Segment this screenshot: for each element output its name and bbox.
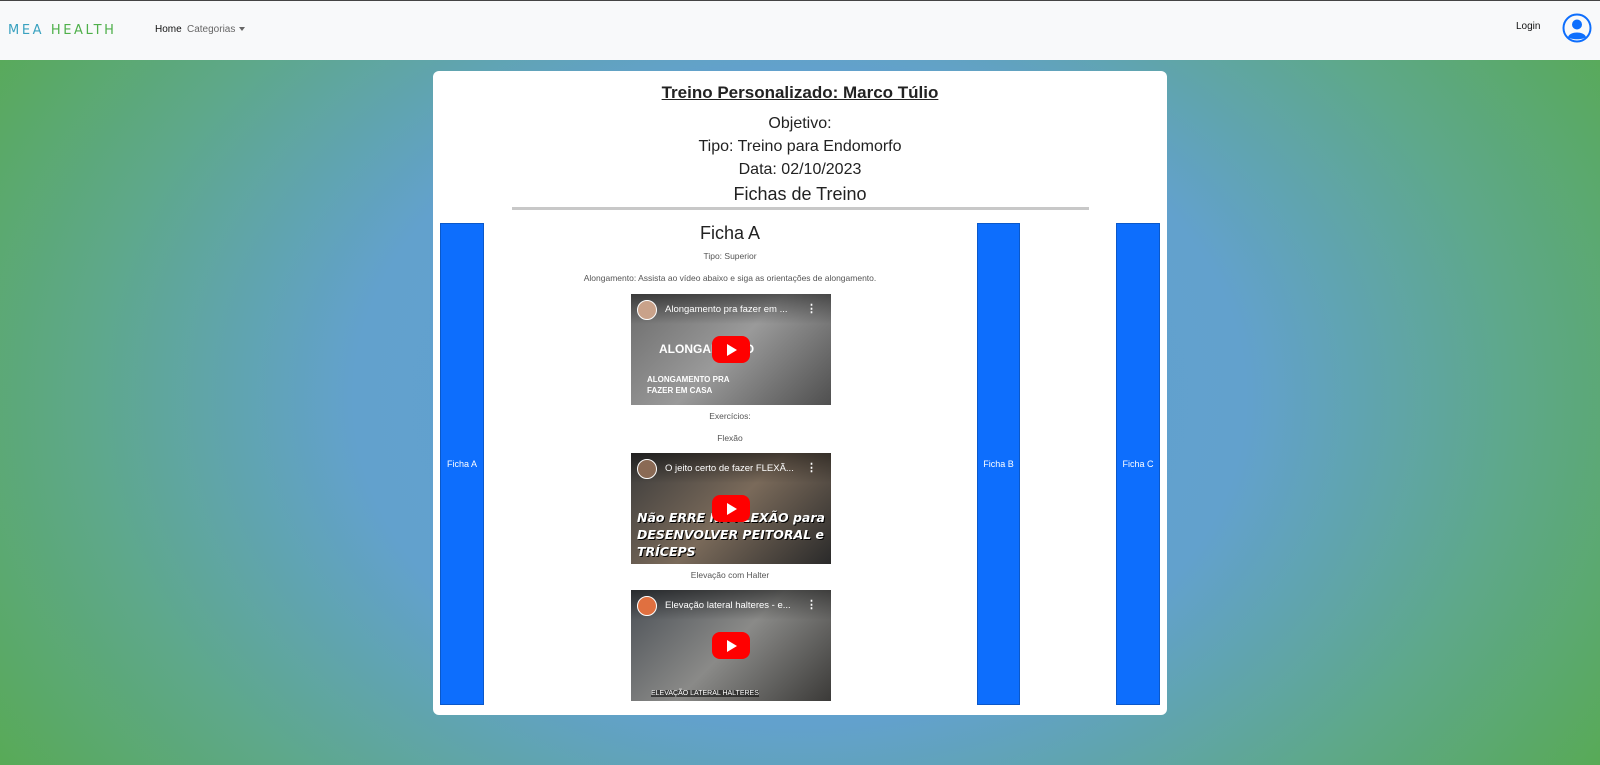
exercise-name: Flexão <box>717 433 743 443</box>
tipo-text: Tipo: Treino para Endomorfo <box>698 138 902 155</box>
section-title: Fichas de Treino <box>733 184 867 204</box>
video-elevacao[interactable]: ELEVAÇÃO LATERAL HALTERES Elevação later… <box>631 590 831 701</box>
brand-logo[interactable]: MEA HEALTH <box>8 23 117 38</box>
play-button-icon[interactable] <box>712 336 750 363</box>
ficha-tipo: Tipo: Superior <box>703 251 757 261</box>
divider <box>512 207 1089 210</box>
nav-categorias-dropdown[interactable]: Categorias <box>187 24 246 35</box>
channel-avatar[interactable] <box>637 596 657 616</box>
page-title: Treino Personalizado: Marco Túlio <box>661 83 939 102</box>
more-options-icon[interactable]: ⋮ <box>806 302 817 315</box>
ficha-title: Ficha A <box>699 223 761 243</box>
exercise-name: Elevação com Halter <box>690 570 770 580</box>
video-overlay-caption: ELEVAÇÃO LATERAL HALTERES <box>651 690 759 697</box>
video-flexao[interactable]: Não ERRE NA FLEXÃO para DESENVOLVER PEIT… <box>631 453 831 564</box>
channel-avatar[interactable] <box>637 459 657 479</box>
play-button-icon[interactable] <box>712 495 750 522</box>
video-overlay-caption: ALONGAMENTO PRA FAZER EM CASA <box>647 375 730 395</box>
channel-avatar[interactable] <box>637 300 657 320</box>
video-title[interactable]: O jeito certo de fazer FLEXÃ... <box>665 463 805 474</box>
brand-part2: HEALTH <box>50 23 117 38</box>
alongamento-text: Alongamento: Assista ao vídeo abaixo e s… <box>583 273 877 283</box>
video-title[interactable]: Elevação lateral halteres - e... <box>665 600 805 611</box>
navbar: MEA HEALTH Home Categorias Login <box>0 0 1600 60</box>
nav-categorias-label: Categorias <box>187 24 236 35</box>
treino-card: Treino Personalizado: Marco Túlio Objeti… <box>433 71 1167 715</box>
nav-login-link[interactable]: Login <box>1516 21 1540 32</box>
data-text: Data: 02/10/2023 <box>738 161 862 178</box>
more-options-icon[interactable]: ⋮ <box>806 598 817 611</box>
tab-ficha-c[interactable]: Ficha C <box>1116 223 1160 705</box>
objetivo-text: Objetivo: <box>768 115 832 132</box>
tab-ficha-a[interactable]: Ficha A <box>440 223 484 705</box>
brand-part1: MEA <box>8 23 45 38</box>
caret-down-icon <box>239 27 246 32</box>
video-title[interactable]: Alongamento pra fazer em ... <box>665 304 805 315</box>
more-options-icon[interactable]: ⋮ <box>806 461 817 474</box>
exercicios-label: Exercícios: <box>709 411 751 421</box>
video-alongamento[interactable]: ALONGAMENTO ALONGAMENTO PRA FAZER EM CAS… <box>631 294 831 405</box>
tab-ficha-b[interactable]: Ficha B <box>977 223 1020 705</box>
user-circle-icon[interactable] <box>1562 13 1592 43</box>
play-button-icon[interactable] <box>712 632 750 659</box>
nav-home-link[interactable]: Home <box>155 24 182 35</box>
